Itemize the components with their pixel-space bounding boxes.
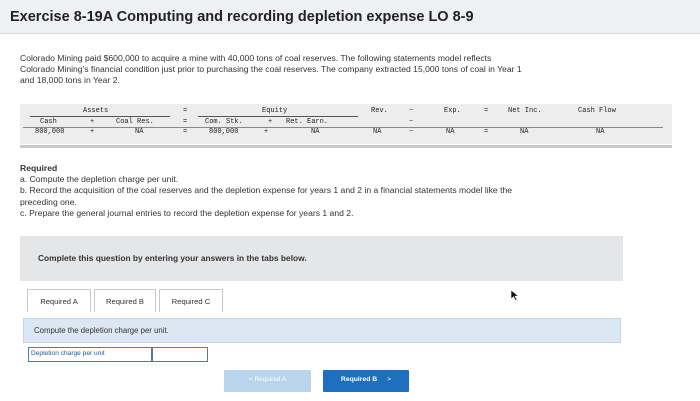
next-button[interactable]: Required B > <box>323 370 409 392</box>
model-equals-sign: = <box>484 128 489 136</box>
model-divider <box>20 145 672 148</box>
tab-required-c[interactable]: Required C <box>159 289 223 312</box>
mouse-cursor-icon <box>510 289 520 301</box>
model-netinc-header: Net Inc. <box>508 107 542 115</box>
model-plus-sign: + <box>90 118 95 126</box>
model-exp-value: NA <box>446 128 455 136</box>
prev-button[interactable]: < Required A <box>224 370 311 392</box>
tab-required-a[interactable]: Required A <box>27 289 91 312</box>
model-rev-value: NA <box>373 128 382 136</box>
intro-line: Colorado Mining's financial condition ju… <box>20 64 522 75</box>
model-equals-sign: = <box>183 107 188 115</box>
intro-line: Colorado Mining paid $600,000 to acquire… <box>20 53 492 63</box>
model-retearn-value: NA <box>311 128 320 136</box>
model-equals-sign: = <box>484 107 489 115</box>
model-equals-sign: = <box>183 118 188 126</box>
required-item-a: a. Compute the depletion charge per unit… <box>20 174 179 185</box>
chevron-right-icon: > <box>387 376 392 383</box>
instruction-text: Complete this question by entering your … <box>38 253 307 263</box>
model-coalres-header: Coal Res. <box>116 118 154 126</box>
instruction-box: Complete this question by entering your … <box>20 236 623 281</box>
required-item-b: b. Record the acquisition of the coal re… <box>20 185 513 196</box>
model-minus-sign: − <box>409 128 414 136</box>
model-plus-sign: + <box>90 128 95 136</box>
required-item-b-cont: preceding one. <box>20 196 77 207</box>
model-retearn-header: Ret. Earn. <box>286 118 329 126</box>
question-prompt-bar: Compute the depletion charge per unit. <box>23 318 621 343</box>
required-item-c: c. Prepare the general journal entries t… <box>20 207 354 218</box>
prev-button-label: Required A <box>254 376 287 383</box>
model-rev-header: Rev. <box>371 107 388 115</box>
model-comstk-header: Com. Stk. <box>205 118 243 126</box>
model-plus-sign: + <box>268 118 273 126</box>
page-title: Exercise 8-19A Computing and recording d… <box>10 9 474 25</box>
model-netinc-value: NA <box>520 128 529 136</box>
tab-required-b[interactable]: Required B <box>94 289 156 312</box>
next-button-label: Required B <box>340 376 378 383</box>
intro-line: and 18,000 tons in Year 2. <box>20 75 120 86</box>
problem-intro: Colorado Mining paid $600,000 to acquire… <box>20 53 680 87</box>
required-section: Required a. Compute the depletion charge… <box>20 163 680 219</box>
title-bar: Exercise 8-19A Computing and recording d… <box>0 0 700 34</box>
model-cashflow-value: NA <box>596 128 605 136</box>
depletion-charge-input[interactable] <box>152 347 208 362</box>
model-cashflow-header: Cash Flow <box>578 107 616 115</box>
model-cash-header: Cash <box>40 118 57 126</box>
model-equals-sign: = <box>183 128 188 136</box>
model-cash-value: 800,000 <box>35 128 65 136</box>
required-heading: Required <box>20 163 58 173</box>
model-comstk-value: 800,000 <box>209 128 239 136</box>
model-exp-header: Exp. <box>444 107 461 115</box>
model-minus-sign: − <box>409 118 414 126</box>
model-assets-header: Assets <box>83 107 109 115</box>
model-coalres-value: NA <box>135 128 144 136</box>
statements-model: Assets Equity = Rev. − Exp. = Net Inc. C… <box>20 104 672 144</box>
model-plus-sign: + <box>264 128 269 136</box>
question-prompt: Compute the depletion charge per unit. <box>34 326 169 335</box>
equity-rule <box>198 116 358 117</box>
model-equity-header: Equity <box>262 107 288 115</box>
assets-rule <box>30 116 170 117</box>
answer-label: Depletion charge per unit <box>28 347 152 362</box>
header-rule <box>23 127 663 128</box>
model-minus-sign: − <box>409 107 414 115</box>
chevron-left-icon: < <box>248 376 253 383</box>
